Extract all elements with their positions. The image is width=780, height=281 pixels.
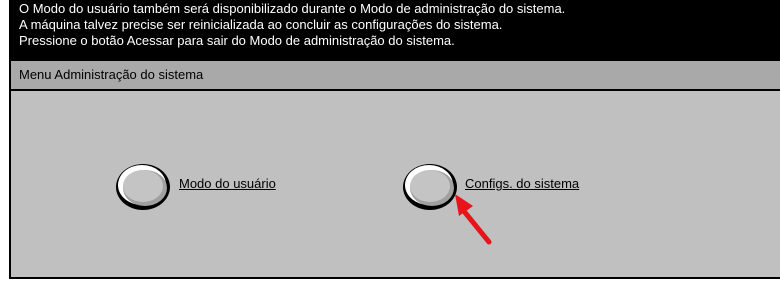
user-mode-label[interactable]: Modo do usuário <box>179 176 276 191</box>
round-button-icon <box>116 164 170 210</box>
pointer-arrow-icon <box>455 194 492 245</box>
message-area: O Modo do usuário também será disponibil… <box>11 0 780 61</box>
menu-title: Menu Administração do sistema <box>11 61 780 91</box>
system-settings-button[interactable]: Configs. do sistema <box>401 160 631 216</box>
message-line: Pressione o botão Acessar para sair do M… <box>19 33 455 48</box>
message-line: A máquina talvez precise ser reinicializ… <box>19 17 503 32</box>
user-mode-button[interactable]: Modo do usuário <box>114 160 314 216</box>
message-line: O Modo do usuário também será disponibil… <box>19 1 566 16</box>
touch-screen-panel: O Modo do usuário também será disponibil… <box>9 0 780 279</box>
